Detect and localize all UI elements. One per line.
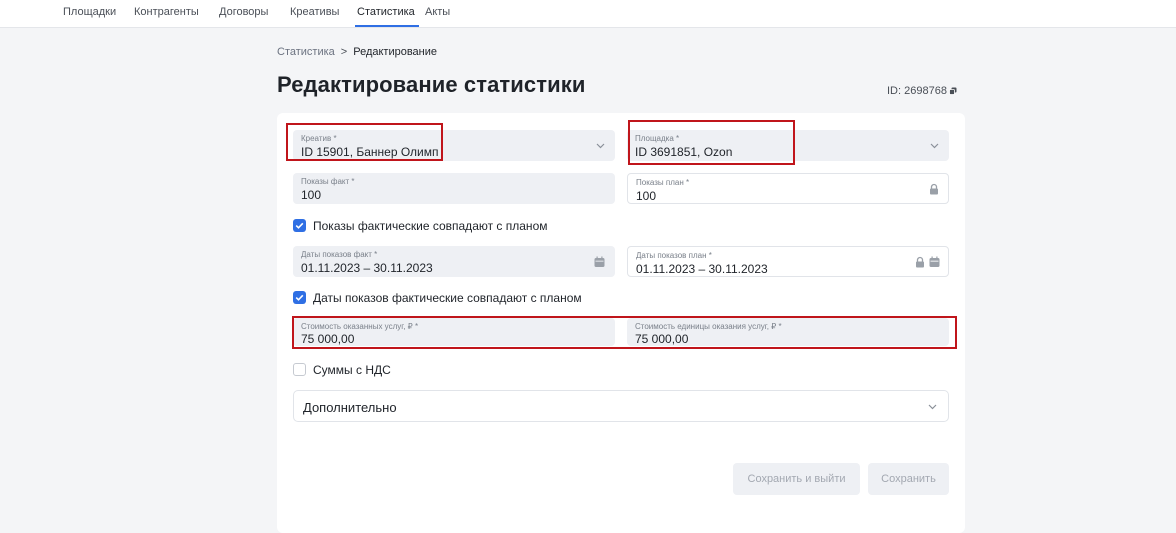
additional-label: Дополнительно bbox=[303, 400, 397, 415]
breadcrumb-current: Редактирование bbox=[353, 46, 438, 58]
save-and-exit-button[interactable]: Сохранить и выйти bbox=[733, 463, 860, 495]
dates-match-label: Даты показов фактические совпадают с пла… bbox=[313, 291, 582, 305]
creative-label: Креатив * bbox=[301, 134, 337, 143]
record-id: ID: 2698768 bbox=[887, 85, 957, 97]
top-navigation: Площадки Контрагенты Договоры Креативы С… bbox=[0, 0, 1176, 28]
additional-accordion[interactable]: Дополнительно bbox=[293, 390, 949, 422]
copy-icon[interactable] bbox=[949, 87, 957, 95]
calendar-icon[interactable] bbox=[594, 256, 605, 267]
cost-unit-label: Стоимость единицы оказания услуг, ₽ * bbox=[635, 322, 782, 331]
impressions-match-label: Показы фактические совпадают с планом bbox=[313, 219, 548, 233]
cost-services-label: Стоимость оказанных услуг, ₽ * bbox=[301, 322, 419, 331]
cost-services-value: 75 000,00 bbox=[301, 332, 355, 346]
record-id-text: ID: 2698768 bbox=[887, 85, 947, 97]
page-title: Редактирование статистики bbox=[277, 72, 586, 97]
cost-services-input[interactable]: Стоимость оказанных услуг, ₽ * 75 000,00 bbox=[293, 318, 615, 346]
save-button[interactable]: Сохранить bbox=[868, 463, 949, 495]
active-tab-indicator bbox=[355, 25, 419, 27]
impressions-fact-input[interactable]: Показы факт * 100 bbox=[293, 173, 615, 204]
impressions-fact-value: 100 bbox=[301, 188, 322, 202]
platform-select[interactable]: Площадка * ID 3691851, Ozon bbox=[627, 130, 949, 161]
nav-item-statistics[interactable]: Статистика bbox=[357, 6, 415, 18]
checkmark-icon bbox=[295, 222, 304, 229]
impressions-plan-input: Показы план * 100 bbox=[627, 173, 949, 204]
platform-value: ID 3691851, Ozon bbox=[635, 145, 733, 159]
creative-select[interactable]: Креатив * ID 15901, Баннер Олимп bbox=[293, 130, 615, 161]
impressions-match-checkbox[interactable]: Показы фактические совпадают с планом bbox=[293, 219, 553, 233]
dates-match-checkbox[interactable]: Даты показов фактические совпадают с пла… bbox=[293, 291, 583, 305]
breadcrumb-separator: > bbox=[340, 46, 348, 58]
platform-label: Площадка * bbox=[635, 134, 680, 143]
impressions-plan-label: Показы план * bbox=[636, 178, 690, 187]
dates-plan-input: Даты показов план * 01.11.2023 – 30.11.2… bbox=[627, 246, 949, 277]
breadcrumb-parent-link[interactable]: Статистика bbox=[277, 46, 335, 58]
dates-fact-input[interactable]: Даты показов факт * 01.11.2023 – 30.11.2… bbox=[293, 246, 615, 277]
dates-fact-value: 01.11.2023 – 30.11.2023 bbox=[301, 261, 433, 275]
chevron-down-icon bbox=[928, 404, 937, 410]
nav-item-platforms[interactable]: Площадки bbox=[63, 6, 116, 18]
nav-item-acts[interactable]: Акты bbox=[425, 6, 450, 18]
nav-item-counterparties[interactable]: Контрагенты bbox=[134, 6, 199, 18]
lock-icon bbox=[916, 256, 924, 267]
checkbox-checked[interactable] bbox=[293, 219, 306, 232]
vat-label: Суммы с НДС bbox=[313, 363, 391, 377]
creative-value: ID 15901, Баннер Олимп bbox=[301, 145, 439, 159]
chevron-down-icon bbox=[930, 143, 939, 148]
impressions-plan-value: 100 bbox=[636, 189, 657, 203]
checkbox-checked[interactable] bbox=[293, 291, 306, 304]
dates-fact-label: Даты показов факт * bbox=[301, 250, 378, 259]
chevron-down-icon bbox=[596, 143, 605, 148]
impressions-fact-label: Показы факт * bbox=[301, 177, 355, 186]
checkbox-unchecked[interactable] bbox=[293, 363, 306, 376]
cost-unit-value: 75 000,00 bbox=[635, 332, 689, 346]
nav-item-creatives[interactable]: Креативы bbox=[290, 6, 339, 18]
calendar-icon bbox=[929, 256, 940, 267]
dates-plan-label: Даты показов план * bbox=[636, 251, 712, 260]
lock-icon bbox=[930, 183, 938, 194]
checkmark-icon bbox=[295, 294, 304, 301]
nav-item-contracts[interactable]: Договоры bbox=[219, 6, 268, 18]
dates-plan-value: 01.11.2023 – 30.11.2023 bbox=[636, 262, 768, 276]
cost-unit-input[interactable]: Стоимость единицы оказания услуг, ₽ * 75… bbox=[627, 318, 949, 346]
breadcrumb: Статистика > Редактирование bbox=[277, 46, 437, 58]
vat-checkbox[interactable]: Суммы с НДС bbox=[293, 363, 413, 377]
